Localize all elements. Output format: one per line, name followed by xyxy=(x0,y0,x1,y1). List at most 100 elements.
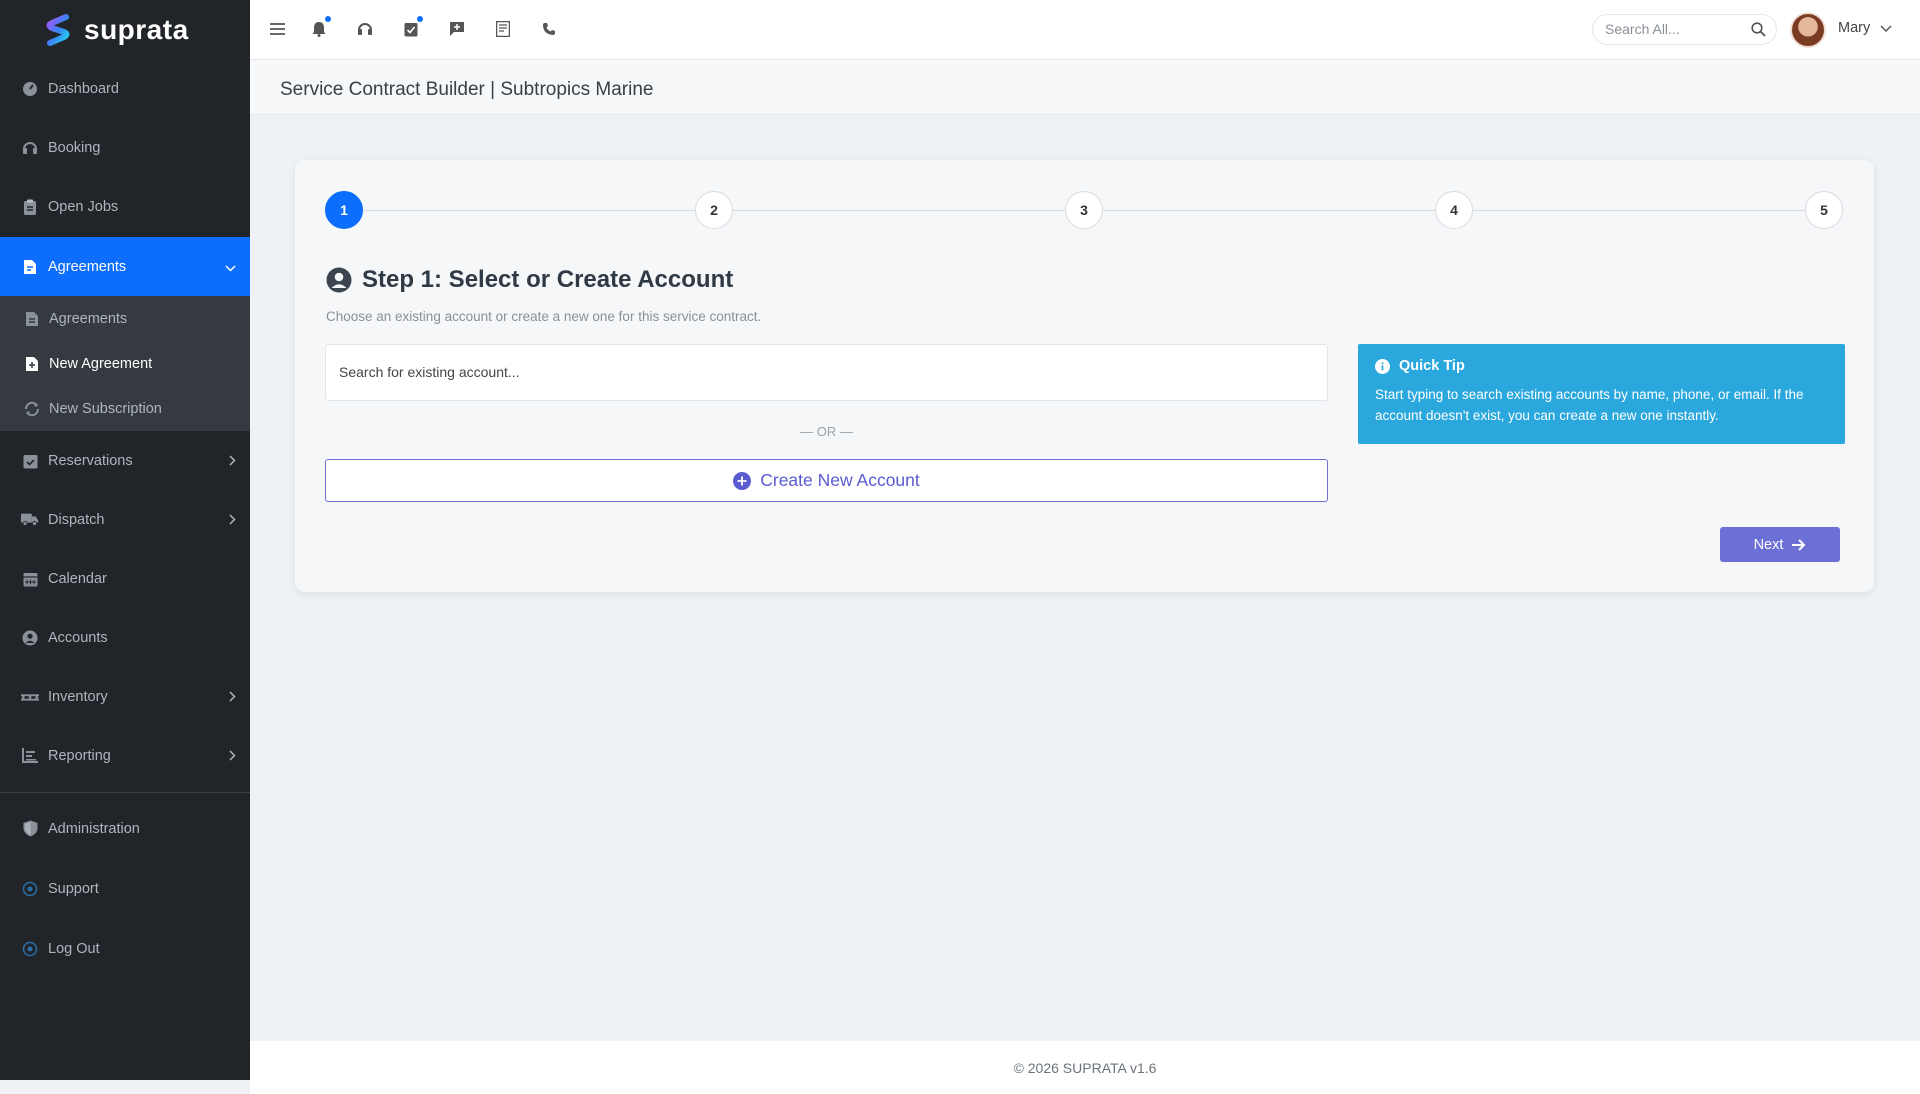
next-label: Next xyxy=(1753,536,1784,553)
shield-icon xyxy=(21,820,39,838)
file-plus-icon xyxy=(23,355,41,373)
sidebar-item-label: Calendar xyxy=(48,570,107,587)
sidebar-item-label: Booking xyxy=(48,139,101,156)
create-account-button[interactable]: Create New Account xyxy=(325,459,1328,502)
chart-icon xyxy=(21,747,39,765)
sidebar-item-dashboard[interactable]: Dashboard xyxy=(0,59,250,118)
step-5[interactable]: 5 xyxy=(1805,191,1843,229)
footer-text: © 2026 SUPRATA v1.6 xyxy=(1013,1059,1157,1076)
user-circle-icon xyxy=(21,629,39,647)
notification-dot xyxy=(417,16,423,22)
sidebar-item-open-jobs[interactable]: Open Jobs xyxy=(0,177,250,236)
top-bar: Mary xyxy=(250,0,1920,60)
calendar-check-icon xyxy=(21,452,39,470)
sidebar-item-label: Dashboard xyxy=(48,80,119,97)
sidebar-divider xyxy=(0,792,250,793)
sidebar-item-agreements[interactable]: Agreements xyxy=(0,237,250,296)
sidebar-item-inventory[interactable]: Inventory xyxy=(0,667,250,726)
sidebar-item-accounts[interactable]: Accounts xyxy=(0,608,250,667)
step-2[interactable]: 2 xyxy=(695,191,733,229)
sidebar-item-logout[interactable]: Log Out xyxy=(0,919,250,978)
step-1[interactable]: 1 xyxy=(325,191,363,229)
gauge-icon xyxy=(21,80,39,98)
step-4[interactable]: 4 xyxy=(1435,191,1473,229)
sidebar-item-label: Accounts xyxy=(48,629,108,646)
quick-tip-title: Quick Tip xyxy=(1399,358,1465,374)
sidebar-item-label: Administration xyxy=(48,820,140,837)
chevron-down-icon[interactable] xyxy=(1880,20,1892,38)
notification-dot xyxy=(325,16,331,22)
chevron-right-icon xyxy=(229,689,236,705)
avatar[interactable] xyxy=(1790,12,1826,48)
sidebar-item-label: Inventory xyxy=(48,688,108,705)
truck-icon xyxy=(21,511,39,529)
chevron-down-icon xyxy=(225,259,236,275)
headset-icon xyxy=(21,139,39,157)
sidebar-item-support[interactable]: Support xyxy=(0,859,250,918)
logout-icon xyxy=(21,940,39,958)
global-search-input[interactable] xyxy=(1605,21,1745,37)
page-title: Service Contract Builder | Subtropics Ma… xyxy=(280,79,654,100)
subnav-item-agreements[interactable]: Agreements xyxy=(0,296,250,341)
pallet-icon xyxy=(21,688,39,706)
step-description: Choose an existing account or create a n… xyxy=(326,309,762,324)
sidebar-item-label: Support xyxy=(48,880,99,897)
account-search-input[interactable] xyxy=(339,364,1299,380)
user-circle-icon xyxy=(326,267,352,293)
or-separator: — OR — xyxy=(800,424,853,439)
headset-icon[interactable] xyxy=(354,18,376,40)
global-search[interactable] xyxy=(1592,14,1777,45)
subnav-item-new-agreement[interactable]: New Agreement xyxy=(0,341,250,386)
search-icon[interactable] xyxy=(1751,22,1766,42)
chevron-right-icon xyxy=(229,748,236,764)
phone-icon[interactable] xyxy=(538,18,560,40)
sidebar-item-label: Agreements xyxy=(48,258,127,275)
bell-icon[interactable] xyxy=(308,16,331,40)
suprata-logo xyxy=(46,14,70,46)
step-heading: Step 1: Select or Create Account xyxy=(326,266,733,294)
sidebar-item-label: Reservations xyxy=(48,452,133,469)
account-search[interactable] xyxy=(325,344,1328,401)
subnav-item-label: New Subscription xyxy=(49,400,162,417)
sidebar-item-administration[interactable]: Administration xyxy=(0,799,250,858)
brand-name: suprata xyxy=(84,14,189,45)
brand[interactable]: suprata xyxy=(0,0,250,60)
sidebar-item-label: Dispatch xyxy=(48,511,105,528)
menu-icon[interactable] xyxy=(266,18,288,40)
footer: © 2026 SUPRATA v1.6 xyxy=(250,1041,1920,1094)
arrow-right-icon xyxy=(1792,538,1806,551)
sidebar-item-label: Reporting xyxy=(48,747,111,764)
file-icon xyxy=(23,310,41,328)
subnav-item-label: New Agreement xyxy=(49,355,153,372)
invoice-icon[interactable] xyxy=(492,18,514,40)
sidebar-item-dispatch[interactable]: Dispatch xyxy=(0,490,250,549)
sidebar-item-reporting[interactable]: Reporting xyxy=(0,726,250,785)
sidebar-item-label: Open Jobs xyxy=(48,198,119,215)
page-header: Service Contract Builder | Subtropics Ma… xyxy=(250,60,1920,115)
sidebar-item-booking[interactable]: Booking xyxy=(0,118,250,177)
next-button[interactable]: Next xyxy=(1720,527,1840,562)
chevron-right-icon xyxy=(229,512,236,528)
subnav-item-new-subscription[interactable]: New Subscription xyxy=(0,386,250,431)
sidebar-item-label: Log Out xyxy=(48,940,100,957)
tasks-icon[interactable] xyxy=(400,16,423,40)
info-icon xyxy=(1375,358,1390,374)
step-3[interactable]: 3 xyxy=(1065,191,1103,229)
step-title: Step 1: Select or Create Account xyxy=(362,266,734,293)
support-icon xyxy=(21,880,39,898)
quick-tip: Quick Tip Start typing to search existin… xyxy=(1358,344,1845,444)
quick-tip-header: Quick Tip xyxy=(1375,358,1828,374)
create-account-label: Create New Account xyxy=(760,470,920,490)
plus-circle-icon xyxy=(733,471,752,490)
clipboard-icon xyxy=(21,198,39,216)
agreements-submenu: Agreements New Agreement New Subscriptio… xyxy=(0,296,250,431)
wizard-card: 1 2 3 4 5 Step 1: Select or Create Accou… xyxy=(295,160,1874,592)
sidebar: suprata Dashboard Booking Open Jobs Agre… xyxy=(0,0,250,1080)
subnav-item-label: Agreements xyxy=(49,310,128,327)
file-contract-icon xyxy=(21,258,39,276)
chevron-right-icon xyxy=(229,453,236,469)
sidebar-item-calendar[interactable]: Calendar xyxy=(0,549,250,608)
comment-plus-icon[interactable] xyxy=(446,18,468,40)
user-name[interactable]: Mary xyxy=(1838,20,1870,36)
sidebar-item-reservations[interactable]: Reservations xyxy=(0,431,250,490)
